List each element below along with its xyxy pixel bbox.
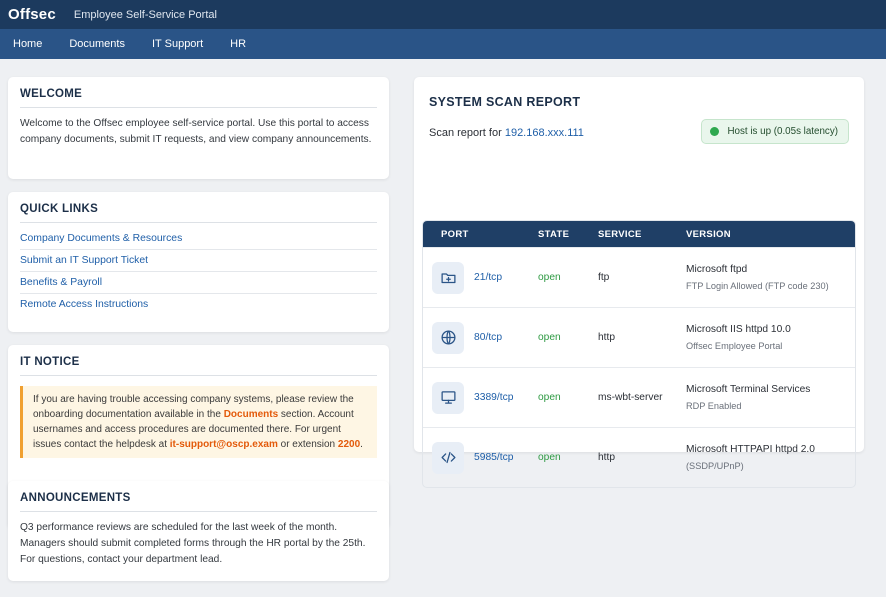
port-state: open xyxy=(538,392,561,403)
it-notice-header: IT NOTICE xyxy=(20,345,377,376)
folder-plus-icon xyxy=(432,261,464,294)
quick-links-header: QUICK LINKS xyxy=(20,192,377,223)
scan-target-prefix: Scan report for xyxy=(429,127,505,139)
welcome-card: WELCOME Welcome to the Offsec employee s… xyxy=(8,77,389,179)
link-remote-access[interactable]: Remote Access Instructions xyxy=(20,294,377,316)
portal-title: Employee Self-Service Portal xyxy=(73,8,217,21)
it-notice-alert: If you are having trouble accessing comp… xyxy=(20,386,377,458)
port-state: open xyxy=(538,452,561,463)
nav-item-documents[interactable]: Documents xyxy=(69,38,125,50)
announcements-text: Q3 performance reviews are scheduled for… xyxy=(20,522,366,565)
port-table-header: PORT STATE SERVICE VERSION xyxy=(423,221,855,247)
scan-report-card: SYSTEM SCAN REPORT Scan report for 192.1… xyxy=(414,77,864,488)
port-version: Microsoft HTTPAPI httpd 2.0 xyxy=(686,444,815,455)
port-version-detail: (SSDP/UPnP) xyxy=(686,461,744,471)
host-status-badge: Host is up (0.05s latency) xyxy=(701,119,849,144)
port-table: PORT STATE SERVICE VERSION 21/tcp open f… xyxy=(422,220,856,488)
port-state: open xyxy=(538,272,561,283)
port-version: Microsoft ftpd xyxy=(686,264,748,275)
column-header-service: SERVICE xyxy=(598,228,642,240)
helpdesk-extension: 2200 xyxy=(337,439,361,450)
monitor-icon xyxy=(432,381,464,414)
nav-item-hr[interactable]: HR xyxy=(230,38,246,50)
code-icon xyxy=(432,441,464,474)
top-header: Offsec Employee Self-Service Portal xyxy=(0,0,886,29)
column-header-version: VERSION xyxy=(686,228,731,240)
port-version-detail: FTP Login Allowed (FTP code 230) xyxy=(686,281,829,291)
port-number[interactable]: 80/tcp xyxy=(474,332,502,343)
page-content: WELCOME Welcome to the Offsec employee s… xyxy=(0,59,886,597)
column-header-port: PORT xyxy=(441,228,469,240)
nav-item-it-support[interactable]: IT Support xyxy=(152,38,203,50)
port-service: http xyxy=(598,452,615,463)
table-row: 5985/tcp open http Microsoft HTTPAPI htt… xyxy=(423,427,855,487)
notice-text-4: . xyxy=(360,439,363,450)
scan-target-ip[interactable]: 192.168.xxx.111 xyxy=(505,127,584,139)
main-nav: Home Documents IT Support HR xyxy=(0,29,886,59)
column-header-state: STATE xyxy=(538,228,570,240)
port-version: Microsoft IIS httpd 10.0 xyxy=(686,324,791,335)
port-version: Microsoft Terminal Services xyxy=(686,384,811,395)
scan-target-line: Scan report for 192.168.xxx.111 xyxy=(429,127,584,139)
it-notice-title: IT NOTICE xyxy=(20,356,80,368)
quick-links-list: Company Documents & Resources Submit an … xyxy=(20,223,377,316)
port-service: http xyxy=(598,332,615,343)
link-it-support-ticket[interactable]: Submit an IT Support Ticket xyxy=(20,250,377,272)
quick-links-card: QUICK LINKS Company Documents & Resource… xyxy=(8,192,389,332)
link-benefits-payroll[interactable]: Benefits & Payroll xyxy=(20,272,377,294)
quick-links-title: QUICK LINKS xyxy=(20,203,99,215)
brand-logo[interactable]: Offsec xyxy=(8,6,56,23)
port-service: ms-wbt-server xyxy=(598,392,663,403)
scan-report-title: SYSTEM SCAN REPORT xyxy=(429,95,581,109)
documents-link[interactable]: Documents xyxy=(224,409,278,420)
port-version-detail: Offsec Employee Portal xyxy=(686,341,783,351)
port-number[interactable]: 21/tcp xyxy=(474,272,502,283)
globe-icon xyxy=(432,321,464,354)
announcements-card: ANNOUNCEMENTS Q3 performance reviews are… xyxy=(8,481,389,581)
table-row: 80/tcp open http Microsoft IIS httpd 10.… xyxy=(423,307,855,367)
port-version-detail: RDP Enabled xyxy=(686,401,742,411)
host-status-text: Host is up (0.05s latency) xyxy=(727,126,838,137)
port-number[interactable]: 3389/tcp xyxy=(474,392,514,403)
table-row: 3389/tcp open ms-wbt-server Microsoft Te… xyxy=(423,367,855,427)
port-number[interactable]: 5985/tcp xyxy=(474,452,514,463)
announcements-header: ANNOUNCEMENTS xyxy=(20,481,377,512)
notice-text-3: or extension xyxy=(277,439,338,450)
status-dot-icon xyxy=(710,127,720,136)
nav-item-home[interactable]: Home xyxy=(13,38,42,50)
table-row: 21/tcp open ftp Microsoft ftpd FTP Login… xyxy=(423,247,855,307)
port-service: ftp xyxy=(598,272,610,283)
welcome-title: WELCOME xyxy=(20,88,83,100)
welcome-header: WELCOME xyxy=(20,77,377,108)
announcements-title: ANNOUNCEMENTS xyxy=(20,492,131,504)
helpdesk-email-link[interactable]: it-support@oscp.exam xyxy=(170,439,278,450)
port-state: open xyxy=(538,332,561,343)
link-company-documents[interactable]: Company Documents & Resources xyxy=(20,228,377,250)
welcome-text: Welcome to the Offsec employee self-serv… xyxy=(20,118,372,145)
